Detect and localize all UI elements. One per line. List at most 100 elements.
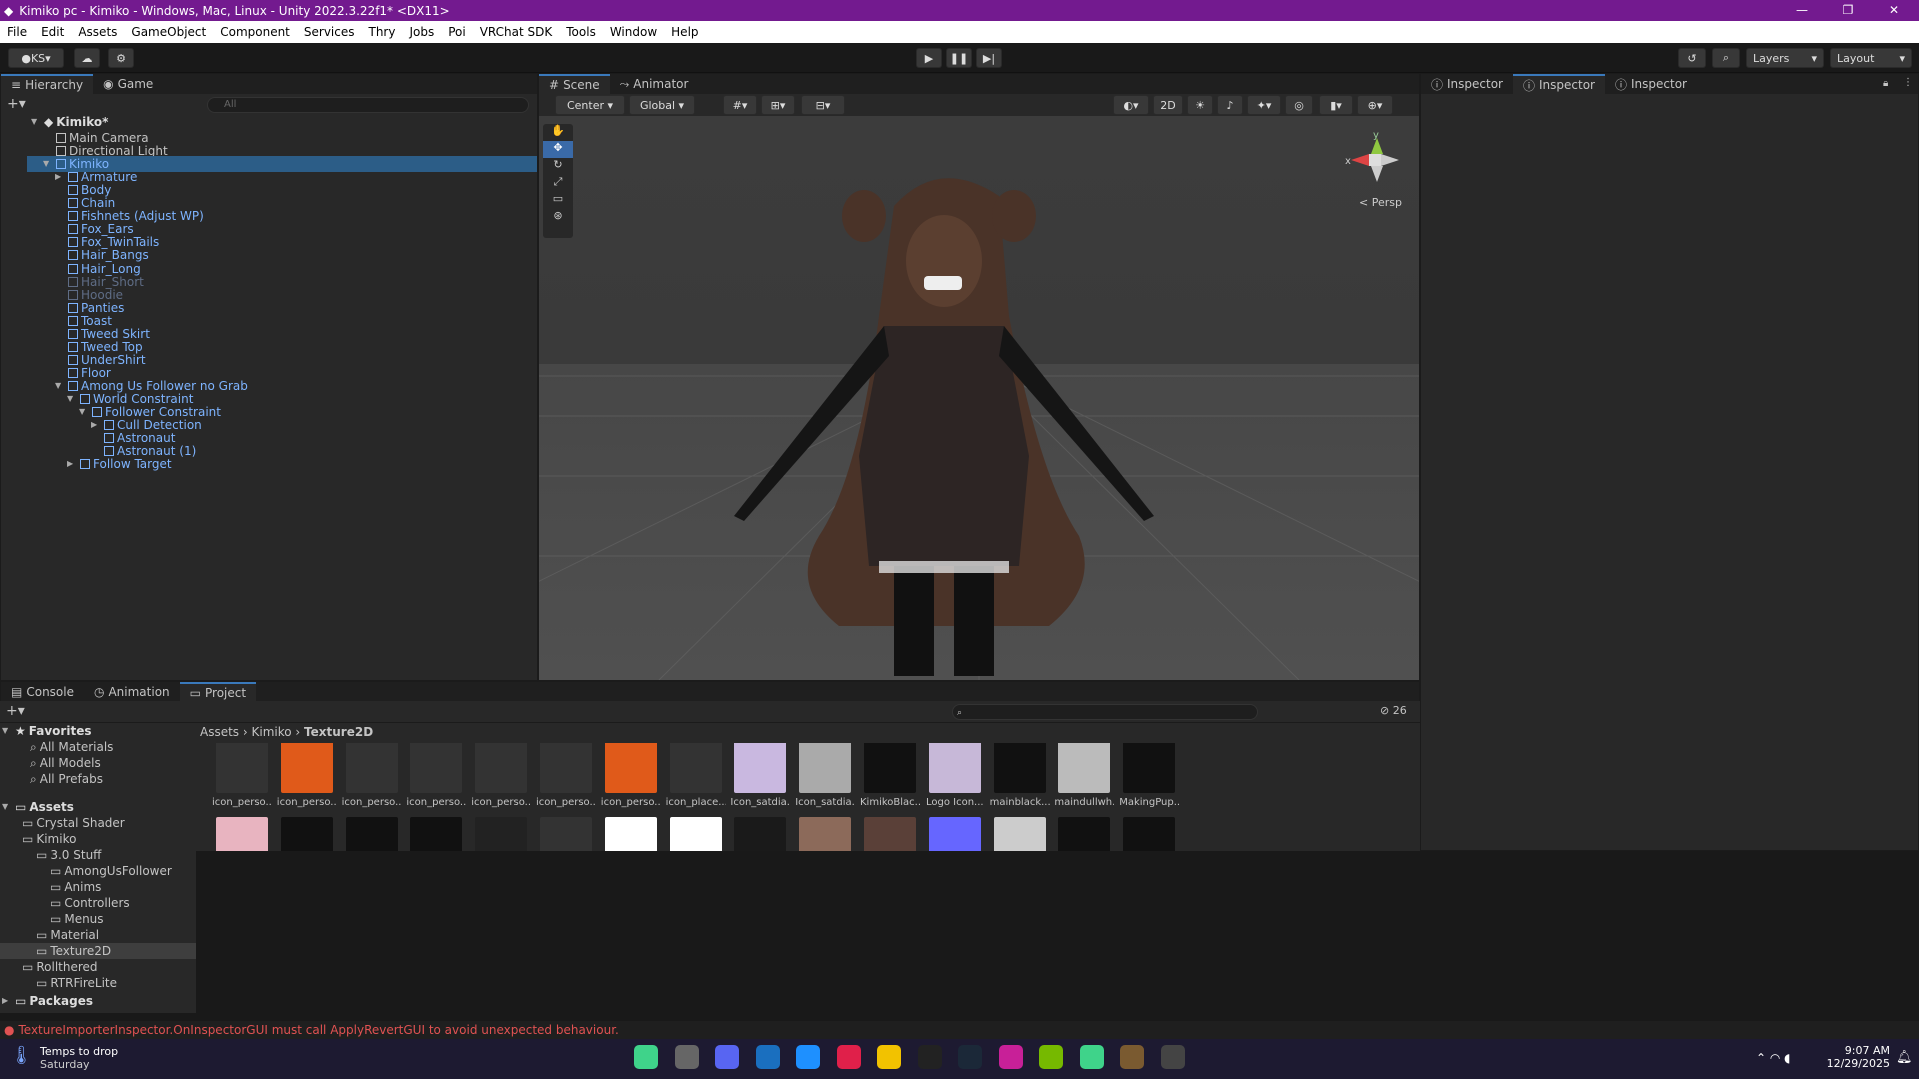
menu-file[interactable]: File bbox=[0, 25, 34, 39]
app-icon[interactable] bbox=[1079, 1045, 1104, 1069]
folder-item[interactable]: ▭ 3.0 Stuff bbox=[36, 847, 101, 863]
cloud-button[interactable]: ☁ bbox=[74, 48, 100, 68]
clock[interactable]: 9:07 AM 12/29/2025 bbox=[1826, 1044, 1890, 1070]
layers-dropdown[interactable]: Layers ▾ bbox=[1746, 48, 1824, 68]
grid-snap-button[interactable]: #▾ bbox=[723, 95, 757, 115]
asset-thumbnail[interactable]: icon_perso... bbox=[536, 743, 596, 808]
move-tool-icon[interactable]: ✥ bbox=[543, 141, 573, 158]
expand-arrow-icon[interactable]: ▶ bbox=[67, 456, 77, 472]
folder-item[interactable]: ▭ Controllers bbox=[50, 895, 130, 911]
favorite-item[interactable]: ⌕ All Prefabs bbox=[30, 771, 103, 787]
expand-arrow-icon[interactable]: ▼ bbox=[67, 391, 77, 407]
asset-thumbnail[interactable]: MatCap2(... bbox=[471, 817, 531, 851]
draw-mode-button[interactable]: ◐▾ bbox=[1113, 95, 1149, 115]
expand-arrow-icon[interactable]: ▼ bbox=[43, 156, 53, 172]
maximize-button[interactable]: ❐ bbox=[1826, 0, 1870, 21]
scale-tool-icon[interactable]: ⤢ bbox=[543, 175, 573, 192]
asset-thumbnail[interactable]: MakingPup... bbox=[277, 817, 337, 851]
asset-thumbnail[interactable]: KimikoBlac... bbox=[860, 743, 920, 808]
hidden-count[interactable]: ⊘ 26 bbox=[1380, 704, 1407, 717]
step-button[interactable]: ▶| bbox=[976, 48, 1002, 68]
favorite-item[interactable]: ⌕ All Materials bbox=[30, 739, 113, 755]
audio-toggle[interactable]: ♪ bbox=[1217, 95, 1243, 115]
pause-button[interactable]: ❚❚ bbox=[946, 48, 972, 68]
project-search-input[interactable]: ⌕ bbox=[952, 704, 1258, 720]
asset-thumbnail[interactable]: maindullwh... bbox=[1054, 743, 1114, 808]
rect-tool-icon[interactable]: ▭ bbox=[543, 192, 573, 209]
asset-thumbnail[interactable]: mogus_icon bbox=[536, 817, 596, 851]
folder-item[interactable]: ▭ Menus bbox=[50, 911, 104, 927]
tab-inspector-3[interactable]: ⓘ Inspector bbox=[1605, 74, 1697, 94]
asset-thumbnail[interactable]: MakingPup... bbox=[342, 817, 402, 851]
tray-icons[interactable]: ⌃ ◠ ◖ bbox=[1756, 1051, 1790, 1065]
asset-thumbnail[interactable]: New Astro... bbox=[666, 817, 726, 851]
notification-icon[interactable]: 🔔︎ bbox=[1896, 1050, 1913, 1065]
snap-button[interactable]: ⊞▾ bbox=[761, 95, 795, 115]
breadcrumb-item[interactable]: Texture2D bbox=[304, 725, 373, 739]
asset-thumbnail[interactable]: icon_perso... bbox=[342, 743, 402, 808]
folder-item[interactable]: ▭ Anims bbox=[50, 879, 101, 895]
rotate-tool-icon[interactable]: ↻ bbox=[543, 158, 573, 175]
menu-poi[interactable]: Poi bbox=[441, 25, 472, 39]
camera-button[interactable]: ▮▾ bbox=[1319, 95, 1353, 115]
menu-assets[interactable]: Assets bbox=[71, 25, 124, 39]
discord-icon[interactable] bbox=[715, 1045, 739, 1069]
space-dropdown[interactable]: Global ▾ bbox=[629, 95, 695, 115]
tab-animator[interactable]: ⤳ Animator bbox=[610, 74, 699, 94]
menu-services[interactable]: Services bbox=[297, 25, 362, 39]
pivot-dropdown[interactable]: Center ▾ bbox=[555, 95, 625, 115]
asset-thumbnail[interactable]: New Astro... bbox=[601, 817, 661, 851]
layout-dropdown[interactable]: Layout ▾ bbox=[1830, 48, 1912, 68]
asset-thumbnail[interactable]: Pink2Mask2 bbox=[1054, 817, 1114, 851]
asset-thumbnail[interactable]: icon_perso... bbox=[406, 743, 466, 808]
breadcrumb-item[interactable]: Assets bbox=[200, 725, 239, 739]
folder-item[interactable]: ▭ Kimiko bbox=[22, 831, 76, 847]
asset-thumbnail[interactable]: Panties_Ba... bbox=[730, 817, 790, 851]
menu-tools[interactable]: Tools bbox=[559, 25, 603, 39]
unity-icon[interactable] bbox=[1160, 1045, 1185, 1069]
asset-thumbnail[interactable]: MakingPup... bbox=[406, 817, 466, 851]
transform-tool-icon[interactable]: ⊛ bbox=[543, 209, 573, 226]
asset-thumbnail[interactable]: icon_perso... bbox=[601, 743, 661, 808]
asset-thumbnail[interactable]: icon_perso... bbox=[471, 743, 531, 808]
weather-icon[interactable]: 🌡︎ bbox=[10, 1045, 33, 1071]
status-bar[interactable]: ● TextureImporterInspector.OnInspectorGU… bbox=[0, 1021, 1919, 1039]
folder-item[interactable]: ▭ Crystal Shader bbox=[22, 815, 125, 831]
expand-arrow-icon[interactable]: ▼ bbox=[55, 378, 65, 394]
asset-thumbnail[interactable]: Panties_Ba... bbox=[860, 817, 920, 851]
calendar-icon[interactable] bbox=[796, 1045, 820, 1069]
asset-thumbnail[interactable]: Skin L Bod... bbox=[1119, 817, 1179, 851]
search-button[interactable]: ⌕ bbox=[1712, 48, 1740, 68]
favorites-header[interactable]: ▼ ★ Favorites bbox=[2, 723, 91, 739]
hand-tool-icon[interactable]: ✋ bbox=[543, 124, 573, 141]
asset-thumbnail[interactable]: MakingPup... bbox=[212, 817, 272, 851]
asset-thumbnail[interactable]: icon_perso... bbox=[212, 743, 272, 808]
hierarchy-search-input[interactable]: All bbox=[207, 97, 529, 113]
packages-header[interactable]: ▶ ▭ Packages bbox=[2, 993, 93, 1009]
start-icon[interactable] bbox=[634, 1045, 658, 1069]
tab-scene[interactable]: # Scene bbox=[539, 74, 610, 94]
visibility-toggle[interactable]: ◎ bbox=[1285, 95, 1313, 115]
minimize-button[interactable]: — bbox=[1780, 0, 1824, 21]
avatar-model[interactable] bbox=[539, 116, 1419, 680]
asset-thumbnail[interactable]: icon_perso... bbox=[277, 743, 337, 808]
menu-thry[interactable]: Thry bbox=[362, 25, 403, 39]
gizmos-button[interactable]: ⊕▾ bbox=[1357, 95, 1393, 115]
tab-hierarchy[interactable]: ≡ Hierarchy bbox=[1, 74, 94, 94]
lighting-toggle[interactable]: ☀ bbox=[1187, 95, 1213, 115]
file-explorer-icon[interactable] bbox=[877, 1045, 901, 1069]
weather-widget[interactable]: Temps to drop Saturday bbox=[40, 1045, 118, 1071]
increment-button[interactable]: ⊟▾ bbox=[801, 95, 845, 115]
asset-thumbnail[interactable]: Icon_satdia... bbox=[730, 743, 790, 808]
folder-item[interactable]: ▭ AmongUsFollower bbox=[50, 863, 172, 879]
menu-jobs[interactable]: Jobs bbox=[402, 25, 441, 39]
vscode-icon[interactable] bbox=[998, 1045, 1023, 1069]
breadcrumb-item[interactable]: Kimiko bbox=[252, 725, 292, 739]
asset-thumbnail[interactable]: icon_place... bbox=[666, 743, 726, 808]
expand-arrow-icon[interactable]: ▼ bbox=[79, 404, 89, 420]
cc-icon[interactable] bbox=[755, 1045, 780, 1069]
play-button[interactable]: ▶ bbox=[916, 48, 942, 68]
task-view-icon[interactable] bbox=[674, 1045, 699, 1069]
close-button[interactable]: ✕ bbox=[1872, 0, 1916, 21]
menu-gameobject[interactable]: GameObject bbox=[124, 25, 213, 39]
